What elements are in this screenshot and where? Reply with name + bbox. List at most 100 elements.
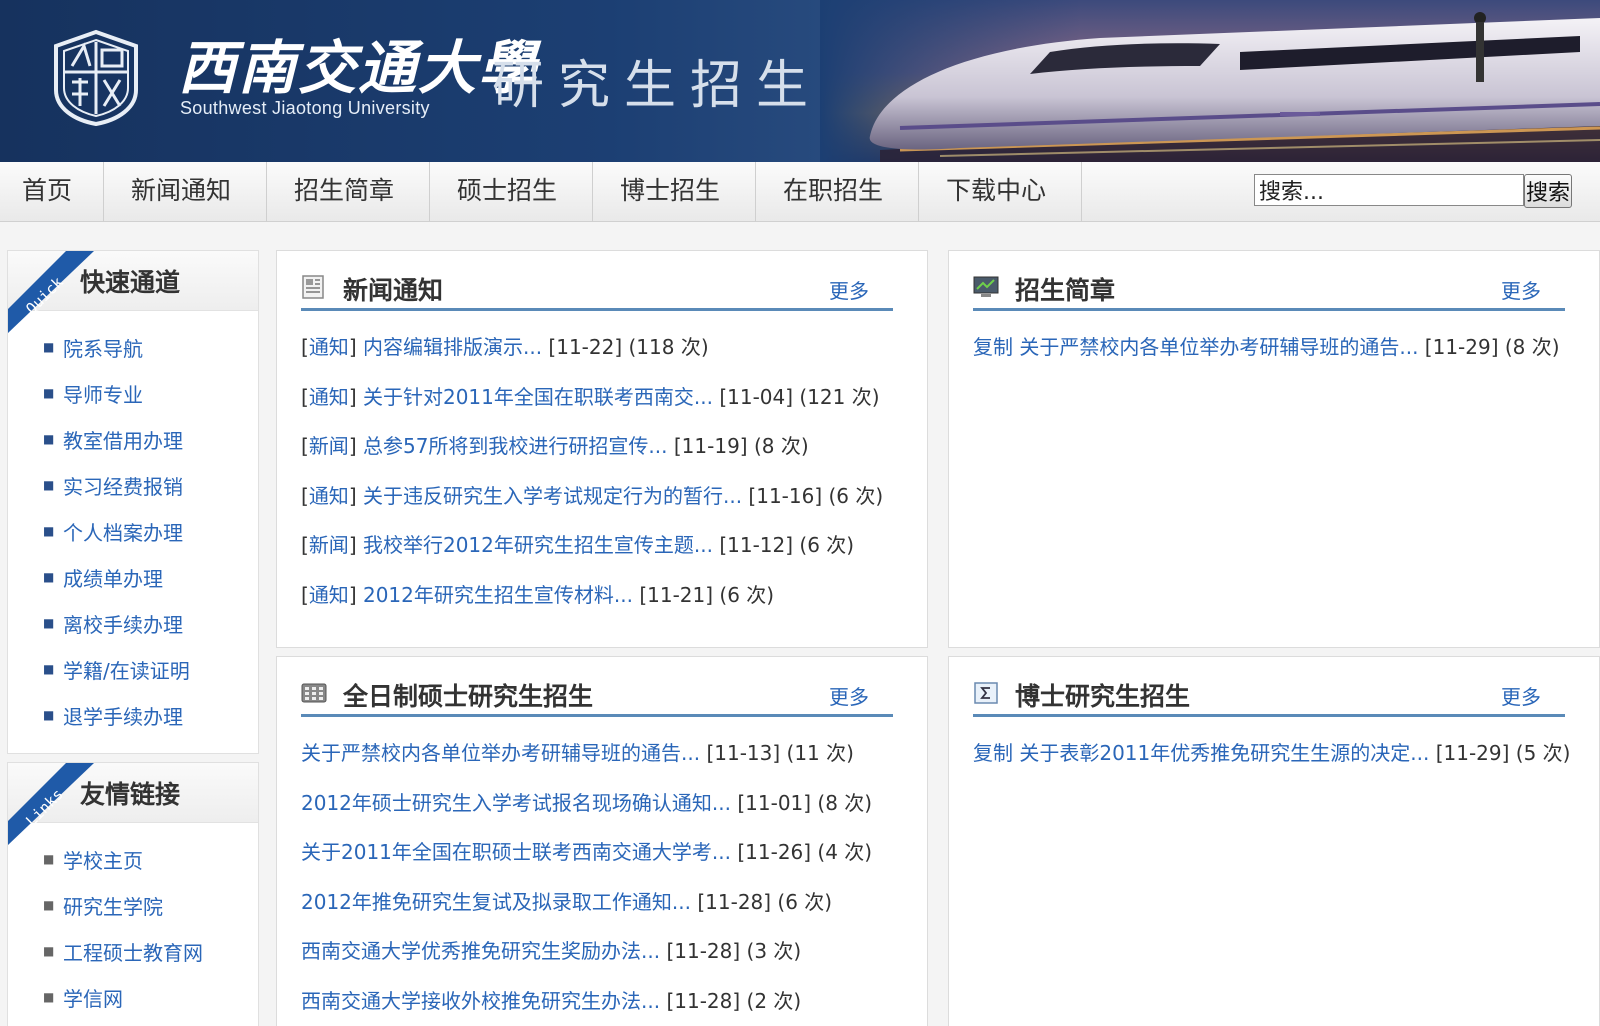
panel-header: 博士研究生招生 更多 [973,675,1565,717]
list-item: 2012年推免研究生复试及拟录取工作通知... [11-28] (6 次) [301,882,911,932]
article-link[interactable]: 我校举行2012年研究生招生宣传主题... [363,533,713,557]
item-category: 通知 [308,582,349,607]
list-item: 关于严禁校内各单位举办考研辅导班的通告... [11-13] (11 次) [301,733,911,783]
square-bullet-icon: ■ [43,944,55,958]
sidebar-item-label: 导师专业 [63,383,143,407]
sidebar-item-internship-reimburse[interactable]: ■ 实习经费报销 [8,467,258,513]
square-bullet-icon: ■ [43,898,55,912]
sidebar-link-engineering-master[interactable]: ■ 工程硕士教育网 [8,933,258,979]
article-link[interactable]: 西南交通大学接收外校推免研究生办法... [301,989,660,1013]
sidebar-link-school-home[interactable]: ■ 学校主页 [8,841,258,887]
sidebar-item-advisor-major[interactable]: ■ 导师专业 [8,375,258,421]
list-item: 关于2011年全国在职硕士联考西南交通大学考... [11-26] (4 次) [301,832,911,882]
item-category: 新闻 [308,533,349,557]
panel-master-admission: 全日制硕士研究生招生 更多 关于严禁校内各单位举办考研辅导班的通告... [11… [276,656,928,1026]
sidebar-friendly-links: Links 友情链接 ■ 学校主页 ■ 研究生学院 ■ 工程硕士教育网 ■ 学信网 [7,762,259,1026]
item-meta: [11-16] (6 次) [748,483,884,508]
sidebar-link-chsi[interactable]: ■ 学信网 [8,979,258,1025]
list-item: [通知] 内容编辑排版演示... [11-22] (118 次) [301,335,709,359]
square-bullet-icon: ■ [43,990,55,1004]
article-link[interactable]: 内容编辑排版演示... [363,335,542,359]
panel-header: 新闻通知 更多 [301,269,893,311]
article-link[interactable]: 关于针对2011年全国在职联考西南交... [363,385,713,409]
item-meta: [11-28] (3 次) [666,939,802,963]
high-speed-train-icon [869,12,1600,150]
square-bullet-icon: ■ [43,708,55,722]
main-navigation: 首页 新闻通知 招生简章 硕士招生 博士招生 在职招生 下载中心 搜索 [0,162,1600,222]
article-link[interactable]: 复制 关于严禁校内各单位举办考研辅导班的通告... [973,335,1418,359]
more-link[interactable]: 更多 [1501,681,1541,710]
newspaper-icon [302,275,324,299]
nav-phd-admission[interactable]: 博士招生 [593,162,756,222]
logo-english-name: Southwest Jiaotong University [180,98,430,118]
sidebar-item-withdrawal[interactable]: ■ 退学手续办理 [8,697,258,743]
list-item: 复制 关于严禁校内各单位举办考研辅导班的通告... [11-29] (8 次) [973,327,1583,377]
item-meta: [11-04] (121 次) [719,384,880,409]
more-link[interactable]: 更多 [829,275,869,304]
panel-phd-admission: 博士研究生招生 更多 复制 关于表彰2011年优秀推免研究生生源的决定... [… [948,656,1600,1026]
sidebar-item-leaving-procedure[interactable]: ■ 离校手续办理 [8,605,258,651]
sidebar-item-label: 个人档案办理 [63,521,183,545]
article-link[interactable]: 关于2011年全国在职硕士联考西南交通大学考... [301,840,731,864]
sidebar-item-personal-archive[interactable]: ■ 个人档案办理 [8,513,258,559]
sigma-formula-icon [974,682,998,704]
nav-admission-guide[interactable]: 招生简章 [267,162,430,222]
article-link[interactable]: 总参57所将到我校进行研招宣传... [363,434,668,458]
item-category: 通知 [308,335,349,359]
article-link[interactable]: 2012年研究生招生宣传材料... [363,583,633,607]
item-meta: [11-28] (2 次) [666,988,802,1013]
item-meta: [11-12] (6 次) [719,533,855,557]
article-link[interactable]: 西南交通大学优秀推免研究生奖励办法... [301,939,660,963]
sidebar-item-enrollment-certificate[interactable]: ■ 学籍/在读证明 [8,651,258,697]
sidebar-quick-title: 快速通道 [80,268,181,297]
sidebar-item-department-nav[interactable]: ■ 院系导航 [8,329,258,375]
article-link[interactable]: 关于违反研究生入学考试规定行为的暂行... [363,484,742,508]
panel-title: 招生简章 [1015,276,1116,305]
calculator-icon [301,683,327,703]
item-meta: [11-01] (8 次) [737,790,873,815]
item-meta: [11-28] (6 次) [697,889,833,914]
article-link[interactable]: 关于严禁校内各单位举办考研辅导班的通告... [301,741,700,765]
item-meta: [11-21] (6 次) [639,582,775,607]
sidebar-links-title: 友情链接 [80,780,181,809]
site-title: 研究生招生 [492,56,823,116]
list-item: 复制 关于表彰2011年优秀推免研究生生源的决定... [11-29] (5 次… [973,733,1583,783]
panel-news: 新闻通知 更多 [通知] 内容编辑排版演示... [11-22] (118 次)… [276,250,928,648]
nav-downloads[interactable]: 下载中心 [919,162,1082,222]
sidebar-item-label: 教室借用办理 [63,429,183,453]
sidebar-item-classroom-borrow[interactable]: ■ 教室借用办理 [8,421,258,467]
item-category: 通知 [308,384,349,409]
square-bullet-icon: ■ [43,478,55,492]
sidebar-item-label: 院系导航 [63,337,143,361]
sidebar-link-graduate-school[interactable]: ■ 研究生学院 [8,887,258,933]
sidebar-item-label: 学信网 [63,987,123,1011]
list-item: 西南交通大学优秀推免研究生奖励办法... [11-28] (3 次) [301,931,911,981]
article-link[interactable]: 复制 关于表彰2011年优秀推免研究生生源的决定... [973,741,1429,765]
article-link[interactable]: 2012年硕士研究生入学考试报名现场确认通知... [301,791,731,815]
panel-title: 博士研究生招生 [1015,682,1191,711]
item-meta: [11-29] (8 次) [1424,335,1560,359]
sidebar-links-header: Links 友情链接 [8,763,258,845]
university-seal-icon [54,29,138,126]
square-bullet-icon: ■ [43,432,55,446]
list-item: [新闻] 总参57所将到我校进行研招宣传... [11-19] (8 次) [301,434,809,458]
panel-title: 全日制硕士研究生招生 [343,682,594,711]
article-link[interactable]: 2012年推免研究生复试及拟录取工作通知... [301,890,691,914]
header-banner: 西南交通大學 Southwest Jiaotong University 研究生… [0,0,1600,162]
item-category: 通知 [308,483,349,508]
nav-master-admission[interactable]: 硕士招生 [430,162,593,222]
list-item: [通知] 关于违反研究生入学考试规定行为的暂行... [11-16] (6 次) [301,483,884,508]
nav-in-service-admission[interactable]: 在职招生 [756,162,919,222]
sidebar-item-label: 退学手续办理 [63,705,183,729]
sidebar-item-transcript[interactable]: ■ 成绩单办理 [8,559,258,605]
nav-home[interactable]: 首页 [0,162,104,222]
nav-news[interactable]: 新闻通知 [104,162,267,222]
sidebar-item-label: 研究生学院 [63,895,163,919]
more-link[interactable]: 更多 [1501,275,1541,304]
search-input[interactable] [1254,174,1524,206]
sidebar-item-label: 学籍/在读证明 [63,659,190,683]
more-link[interactable]: 更多 [829,681,869,710]
search-button[interactable]: 搜索 [1524,174,1572,208]
list-item: 西南交通大学接收外校推免研究生办法... [11-28] (2 次) [301,981,911,1026]
item-category: 新闻 [308,434,349,458]
